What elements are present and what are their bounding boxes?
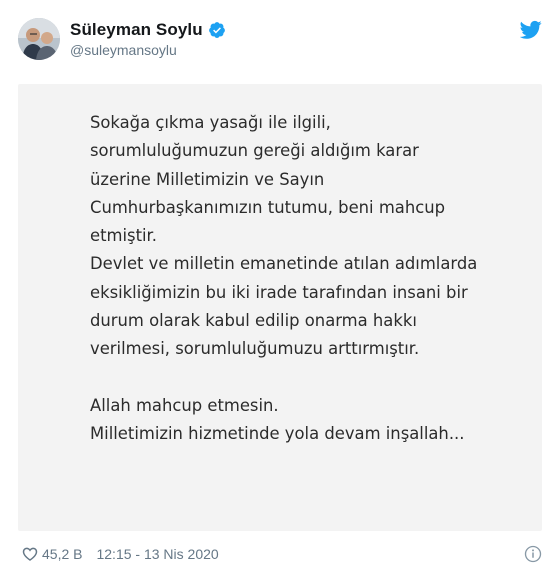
heart-icon[interactable] <box>22 546 38 562</box>
avatar[interactable] <box>18 18 60 60</box>
image-text-line: Milletimizin hizmetinde yola devam inşal… <box>90 424 465 444</box>
image-text-line: Sokağa çıkma yasağı ile ilgili, <box>90 113 331 132</box>
author-handle[interactable]: @suleymansoylu <box>70 42 177 58</box>
image-text-line: Cumhurbaşkanımızın tutumu, beni mahcup <box>90 197 446 217</box>
verified-badge-icon <box>208 21 226 39</box>
image-text-line: verilmesi, sorumluluğumuzu arttırmıştır. <box>90 339 420 359</box>
info-icon[interactable] <box>524 545 542 563</box>
image-text-blank-line <box>90 364 530 392</box>
image-text-line: eksikliğimizin bu iki irade tarafından i… <box>90 282 468 302</box>
image-text-line: üzerine Milletimizin ve Sayın <box>90 169 325 189</box>
image-text-line: Devlet ve milletin emanetinde atılan adı… <box>90 254 478 274</box>
image-text-line: Allah mahcup etmesin. <box>90 395 279 415</box>
tweet-timestamp[interactable]: 12:15 - 13 Nis 2020 <box>96 546 218 562</box>
image-text-line: durum olarak kabul edilip onarma hakkı <box>90 311 417 331</box>
tweet-image-text: Sokağa çıkma yasağı ile ilgili, sorumlul… <box>90 109 530 449</box>
author-name-row[interactable]: Süleyman Soylu <box>70 20 226 40</box>
tweet-card: Süleyman Soylu @suleymansoylu Sokağa çık… <box>0 0 560 574</box>
tweet-footer: 45,2 B 12:15 - 13 Nis 2020 <box>22 543 542 565</box>
like-count[interactable]: 45,2 B <box>42 546 82 562</box>
author-display-name[interactable]: Süleyman Soylu <box>70 20 203 40</box>
image-text-line: sorumluluğumuzun gereği aldığım karar <box>90 141 419 161</box>
image-text-line: etmiştir. <box>90 226 157 246</box>
twitter-bird-icon[interactable] <box>519 20 542 40</box>
profile-photo <box>18 18 60 60</box>
